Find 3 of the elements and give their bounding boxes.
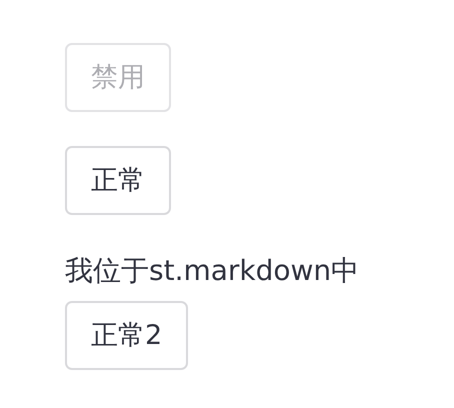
markdown-text: 我位于st.markdown中 [65, 253, 360, 289]
button[interactable]: 正常 [65, 146, 171, 215]
button[interactable]: 正常2 [65, 301, 188, 370]
